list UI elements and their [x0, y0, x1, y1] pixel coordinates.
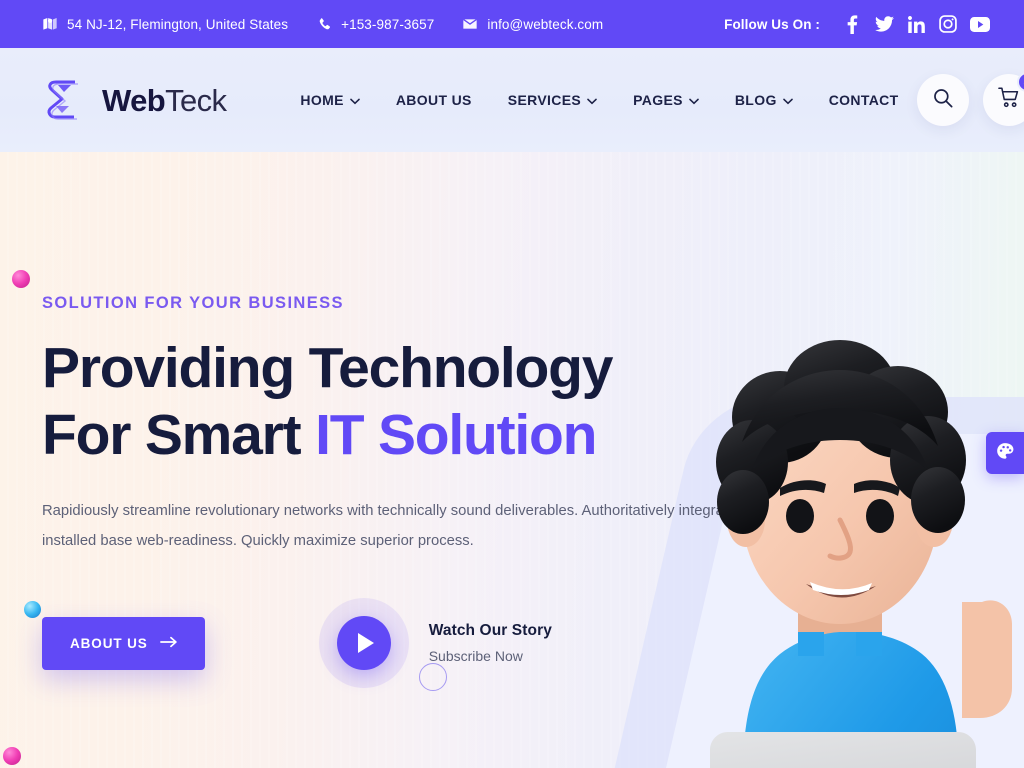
nav-item-about-us[interactable]: ABOUT US	[378, 92, 490, 108]
search-icon	[933, 88, 953, 113]
watch-story-subtitle: Subscribe Now	[428, 648, 523, 665]
nav-item-home[interactable]: HOME	[282, 92, 377, 108]
nav-item-services-label: SERVICES	[507, 92, 582, 108]
palette-icon	[995, 441, 1015, 466]
nav-item-contact[interactable]: CONTACT	[811, 92, 917, 108]
cart-icon	[997, 87, 1020, 113]
theme-switcher-button[interactable]	[986, 432, 1024, 474]
watch-story-title: Watch Our Story	[428, 622, 552, 640]
cart-button[interactable]: 5	[982, 72, 1024, 126]
topbar-email-text: info@webteck.com	[487, 16, 604, 32]
phone-icon	[316, 16, 332, 32]
topbar-address-text: 54 NJ-12, Flemington, United States	[67, 16, 289, 32]
youtube-icon[interactable]	[964, 10, 996, 38]
top-info-bar: 54 NJ-12, Flemington, United States +153…	[0, 0, 1024, 48]
nav-item-about-us-label: ABOUT US	[395, 92, 472, 108]
site-logo[interactable]: WebTeck	[42, 76, 227, 124]
logo-text-part2: Teck	[165, 82, 227, 118]
site-header: WebTeck HOME ABOUT US SERVICES PAGES BLO…	[0, 48, 1024, 152]
linkedin-icon[interactable]	[900, 10, 932, 38]
search-button[interactable]	[916, 74, 969, 126]
topbar-contact-group: 54 NJ-12, Flemington, United States +153…	[42, 16, 603, 32]
hero-illustration-3d-character	[630, 302, 1024, 768]
header-actions: 5	[916, 72, 1024, 126]
topbar-phone-text: +153-987-3657	[341, 16, 435, 32]
about-us-button-label: ABOUT US	[70, 635, 148, 651]
logo-text-part1: Web	[102, 82, 166, 118]
nav-item-blog[interactable]: BLOG	[717, 92, 811, 108]
chevron-down-icon	[689, 92, 699, 108]
nav-item-pages[interactable]: PAGES	[615, 92, 717, 108]
landing-page: 54 NJ-12, Flemington, United States +153…	[0, 0, 1024, 768]
chevron-down-icon	[350, 92, 360, 108]
play-button[interactable]	[336, 616, 391, 671]
chevron-down-icon	[782, 92, 793, 108]
twitter-icon[interactable]	[868, 10, 900, 38]
facebook-icon[interactable]	[836, 10, 868, 38]
play-button-wrapper[interactable]	[318, 598, 409, 689]
decorative-sphere-pink-bottom	[3, 747, 21, 765]
topbar-social-group: Follow Us On :	[724, 10, 996, 38]
main-navigation: HOME ABOUT US SERVICES PAGES BLOG CONTAC…	[282, 92, 916, 108]
hero-title-line2-plain: For Smart	[42, 403, 316, 468]
watch-story-text: Watch Our Story Subscribe Now	[429, 622, 552, 664]
topbar-email[interactable]: info@webteck.com	[462, 16, 603, 32]
topbar-phone[interactable]: +153-987-3657	[316, 16, 434, 32]
instagram-icon[interactable]	[932, 10, 964, 38]
social-links	[836, 10, 996, 38]
nav-item-blog-label: BLOG	[734, 92, 777, 108]
play-icon	[358, 633, 375, 654]
location-icon	[42, 16, 58, 32]
follow-us-label: Follow Us On :	[724, 16, 820, 32]
topbar-address[interactable]: 54 NJ-12, Flemington, United States	[42, 16, 288, 32]
decorative-sphere-pink-top	[12, 270, 30, 288]
logo-text: WebTeck	[102, 82, 227, 118]
hero-section: SOLUTION FOR YOUR BUSINESS Providing Tec…	[0, 152, 1024, 768]
about-us-button[interactable]: ABOUT US	[42, 616, 205, 670]
nav-item-services[interactable]: SERVICES	[490, 92, 615, 108]
nav-item-contact-label: CONTACT	[828, 92, 899, 108]
envelope-icon	[462, 16, 478, 32]
hero-title-line2-accent: IT Solution	[315, 403, 597, 468]
hero-title-line1: Providing Technology	[42, 336, 614, 400]
nav-item-home-label: HOME	[300, 92, 344, 108]
webteck-logo-mark-icon	[42, 76, 88, 124]
watch-story-block[interactable]: Watch Our Story Subscribe Now	[318, 598, 552, 689]
chevron-down-icon	[587, 92, 597, 108]
nav-item-pages-label: PAGES	[633, 92, 683, 108]
arrow-right-icon	[159, 636, 177, 651]
